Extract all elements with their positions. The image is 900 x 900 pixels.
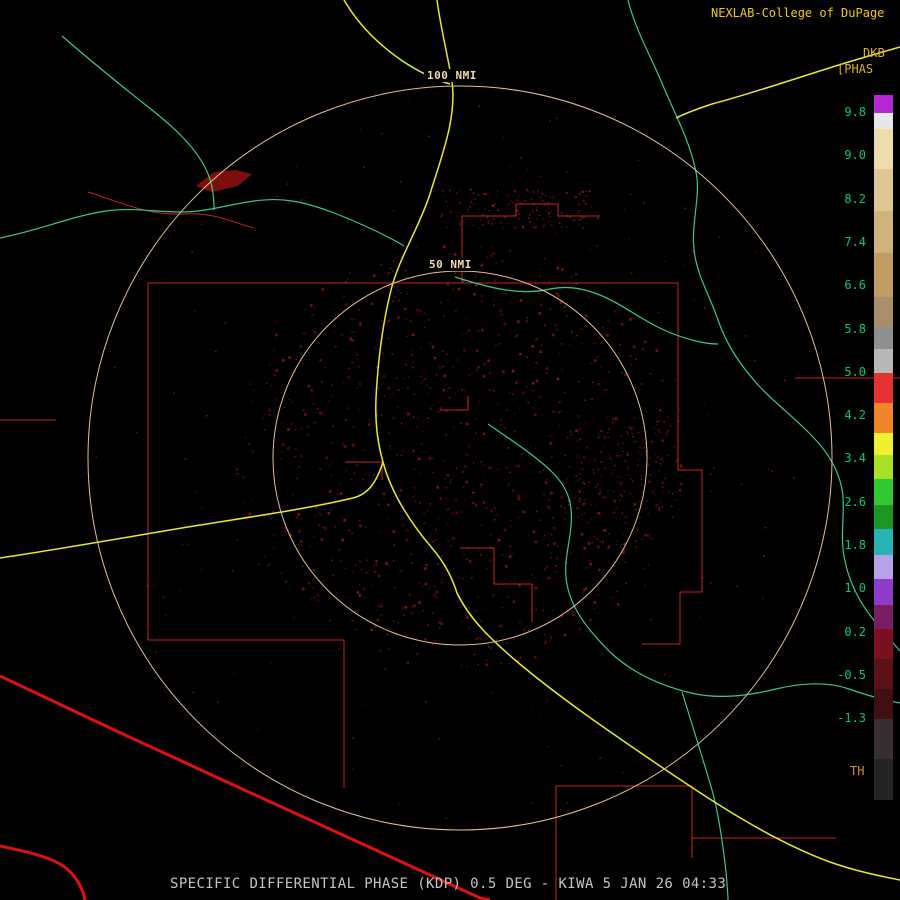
colorbar-segment (874, 95, 893, 113)
range-rings (88, 86, 832, 830)
county-line (440, 396, 468, 410)
colorbar-segment (874, 169, 893, 211)
river-lines (0, 0, 900, 900)
county-line (148, 283, 678, 788)
river-line (628, 0, 900, 651)
river-line (62, 36, 214, 210)
highway-line (0, 462, 383, 558)
highway-lines (0, 0, 900, 880)
radar-echoes (95, 101, 794, 819)
colorbar-segment (874, 529, 893, 555)
colorbar-phase-label: [PHAS (837, 62, 873, 76)
border-line (0, 676, 490, 900)
product-caption: SPECIFIC DIFFERENTIAL PHASE (KDP) 0.5 DE… (170, 876, 726, 892)
colorbar-segment (874, 433, 893, 455)
colorbar-segment (874, 719, 893, 759)
county-line (642, 283, 702, 644)
international-border (0, 676, 490, 900)
colorbar-segment (874, 659, 893, 689)
colorbar-segment (874, 327, 893, 349)
range-ring-50nmi (273, 271, 647, 645)
colorbar-segment (874, 555, 893, 579)
colorbar-segment (874, 129, 893, 169)
range-ring-100nmi (88, 86, 832, 830)
border-line (0, 846, 85, 900)
colorbar-segment (874, 403, 893, 433)
colorbar-segment (874, 479, 893, 505)
highway-line (676, 104, 712, 118)
colorbar-segment (874, 629, 893, 659)
colorbar-segment (874, 373, 893, 403)
radar-echo-blob (196, 170, 252, 192)
county-line (460, 548, 532, 622)
colorbar-segment (874, 689, 893, 719)
colorbar-segment (874, 505, 893, 529)
county-boundaries (0, 192, 900, 900)
river-line (455, 277, 718, 344)
colorbar (874, 95, 893, 800)
range-ring-label-50nmi: 50 NMI (426, 258, 475, 271)
colorbar-segment (874, 113, 893, 129)
river-line (0, 200, 404, 246)
colorbar-th-label: TH (850, 764, 864, 778)
colorbar-segment (874, 455, 893, 479)
colorbar-segment (874, 253, 893, 297)
radar-map-canvas (0, 0, 900, 900)
range-ring-label-100nmi: 100 NMI (424, 69, 480, 82)
colorbar-segment (874, 579, 893, 605)
colorbar-segment (874, 211, 893, 253)
colorbar-segment (874, 297, 893, 327)
attribution-title: NEXLAB-College of DuPage (711, 6, 884, 20)
colorbar-segment (874, 759, 893, 800)
colorbar-segment (874, 349, 893, 373)
county-line (462, 204, 600, 283)
radar-display: NEXLAB-College of DuPage DKB [PHAS 9.89.… (0, 0, 900, 900)
highway-line (376, 0, 900, 880)
colorbar-segment (874, 605, 893, 629)
colorbar-unit-label: DKB (863, 46, 885, 60)
river-line (488, 424, 900, 703)
